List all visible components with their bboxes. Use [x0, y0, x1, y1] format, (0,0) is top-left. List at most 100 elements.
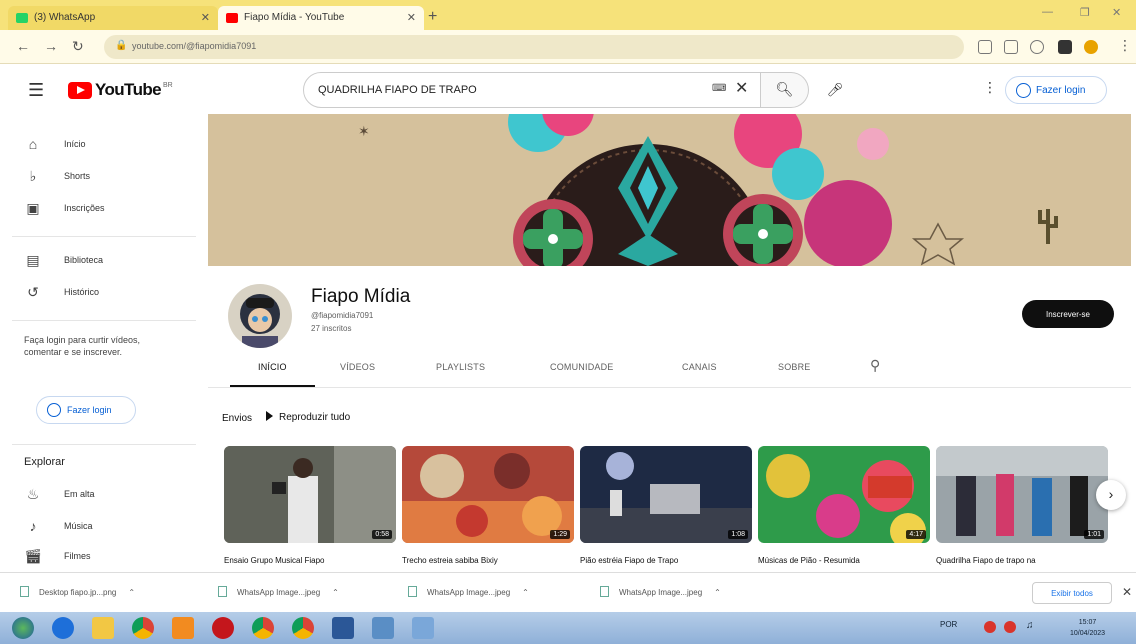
- download-item[interactable]: WhatsApp Image...jpeg ⌃: [600, 586, 721, 597]
- browser-tab-youtube[interactable]: Fiapo Mídia - YouTube ✕: [218, 6, 424, 30]
- sign-in-button[interactable]: Fazer login: [1005, 76, 1107, 104]
- shelf-next-button[interactable]: ›: [1096, 480, 1126, 510]
- sidebar-item-home[interactable]: ⌂ Início: [24, 128, 194, 160]
- sidepanel-icon[interactable]: [1058, 40, 1072, 54]
- channel-search-icon[interactable]: ⚲: [870, 357, 880, 374]
- downloads-bar: Desktop fiapo.jp...png ⌃ WhatsApp Image..…: [0, 572, 1136, 612]
- browser-menu-icon[interactable]: ⋮: [1118, 37, 1132, 54]
- new-tab-button[interactable]: +: [428, 8, 437, 26]
- minimize-icon[interactable]: —: [1042, 6, 1053, 18]
- maximize-icon[interactable]: ❐: [1080, 6, 1090, 19]
- more-options-icon[interactable]: ⋮: [983, 79, 997, 96]
- thumbnail-image: [936, 446, 1108, 543]
- language-indicator[interactable]: POR: [940, 620, 957, 629]
- video-thumbnail[interactable]: 1:29: [402, 446, 574, 543]
- video-thumbnail[interactable]: 4:17: [758, 446, 930, 543]
- forward-icon[interactable]: →: [44, 38, 58, 54]
- hamburger-menu-icon[interactable]: ☰: [28, 80, 44, 101]
- trending-icon: ♨: [26, 485, 40, 502]
- sidebar-item-movies[interactable]: 🎬︎ Filmes: [24, 542, 194, 570]
- sidebar-item-music[interactable]: ♪ Música: [24, 510, 194, 542]
- chrome-icon[interactable]: [252, 617, 274, 639]
- chevron-up-icon[interactable]: ⌃: [128, 588, 135, 597]
- sidebar-sign-in-button[interactable]: Fazer login: [36, 396, 136, 424]
- folder-icon[interactable]: [92, 617, 114, 639]
- video-thumbnail[interactable]: 1:08: [580, 446, 752, 543]
- video-title[interactable]: Quadrilha Fiapo de trapo na: [936, 556, 1108, 565]
- chevron-up-icon[interactable]: ⌃: [522, 588, 529, 597]
- sidebar-item-label: Música: [64, 521, 93, 531]
- svg-text:✶: ✶: [358, 124, 370, 140]
- sidebar-item-label: Histórico: [64, 287, 100, 297]
- channel-handle: @fiapomidia7091: [311, 311, 374, 320]
- close-tab-icon[interactable]: ✕: [201, 11, 210, 24]
- sign-in-label: Fazer login: [1036, 85, 1086, 96]
- taskbar-clock[interactable]: 15:07 10/04/2023: [1070, 617, 1105, 639]
- browser-tab-whatsapp[interactable]: (3) WhatsApp ✕: [8, 6, 218, 30]
- sidebar-item-label: Início: [64, 139, 86, 149]
- tab-playlists[interactable]: PLAYLISTS: [436, 362, 485, 372]
- shelf-title[interactable]: Envios: [222, 413, 252, 424]
- close-window-icon[interactable]: ✕: [1112, 6, 1121, 19]
- chevron-up-icon[interactable]: ⌃: [714, 588, 721, 597]
- tab-channels[interactable]: CANAIS: [682, 362, 717, 372]
- sidebar-item-shorts[interactable]: ♭ Shorts: [24, 160, 194, 192]
- video-title[interactable]: Pião estréia Fiapo de Trapo: [580, 556, 752, 565]
- bookmark-star-icon[interactable]: [1030, 40, 1044, 54]
- sidebar-item-history[interactable]: ↺ Histórico: [24, 276, 194, 308]
- channel-name: Fiapo Mídia: [311, 286, 411, 307]
- sidebar-item-library[interactable]: ▤ Biblioteca: [24, 244, 194, 276]
- opera-icon[interactable]: [212, 617, 234, 639]
- chrome-icon[interactable]: [292, 617, 314, 639]
- show-all-downloads-button[interactable]: Exibir todos: [1032, 582, 1112, 604]
- download-item[interactable]: WhatsApp Image...jpeg ⌃: [408, 586, 529, 597]
- channel-avatar[interactable]: [228, 284, 292, 348]
- sidebar-item-subscriptions[interactable]: ▣ Inscrições: [24, 192, 194, 224]
- edge-icon[interactable]: [52, 617, 74, 639]
- paint-icon[interactable]: [412, 617, 434, 639]
- close-downloads-icon[interactable]: ✕: [1122, 585, 1132, 599]
- video-title[interactable]: Músicas de Pião - Resumida: [758, 556, 930, 565]
- video-thumbnail[interactable]: 0:58: [224, 446, 396, 543]
- download-item[interactable]: WhatsApp Image...jpeg ⌃: [218, 586, 339, 597]
- tray-app-icon[interactable]: [984, 621, 996, 633]
- tray-app-icon[interactable]: [1004, 621, 1016, 633]
- play-all-button[interactable]: Reproduzir tudo: [266, 411, 350, 423]
- thumbnail-image: [758, 446, 930, 543]
- keyboard-icon[interactable]: ⌨: [712, 83, 726, 94]
- voice-search-button[interactable]: 🎤︎: [820, 75, 850, 105]
- video-thumbnail[interactable]: 1:01: [936, 446, 1108, 543]
- share-icon[interactable]: [978, 40, 992, 54]
- close-tab-icon[interactable]: ✕: [407, 11, 416, 24]
- profile-avatar-icon[interactable]: [1084, 40, 1098, 54]
- video-title[interactable]: Trecho estreia sabiba Bixiy: [402, 556, 574, 565]
- music-icon: ♪: [29, 518, 37, 534]
- lock-icon: 🔒: [115, 40, 128, 51]
- tab-community[interactable]: COMUNIDADE: [550, 362, 614, 372]
- download-item[interactable]: Desktop fiapo.jp...png ⌃: [20, 586, 135, 597]
- tab-videos[interactable]: VÍDEOS: [340, 362, 375, 372]
- address-bar[interactable]: 🔒 youtube.com/@fiapomidia7091: [104, 35, 964, 59]
- tab-about[interactable]: SOBRE: [778, 362, 811, 372]
- history-icon: ↺: [27, 283, 39, 300]
- youtube-favicon-icon: [226, 13, 238, 23]
- word-icon[interactable]: [332, 617, 354, 639]
- volume-icon[interactable]: ♫: [1026, 620, 1034, 631]
- start-button-icon[interactable]: [12, 617, 34, 639]
- tab-home[interactable]: INÍCIO: [258, 362, 287, 372]
- video-title[interactable]: Ensaio Grupo Musical Fiapo: [224, 556, 396, 565]
- back-icon[interactable]: ←: [16, 38, 30, 54]
- chrome-icon[interactable]: [132, 617, 154, 639]
- reload-icon[interactable]: ↻: [72, 38, 84, 55]
- clear-search-icon[interactable]: ✕: [735, 78, 748, 98]
- chevron-up-icon[interactable]: ⌃: [332, 588, 339, 597]
- sidebar-item-trending[interactable]: ♨ Em alta: [24, 478, 194, 510]
- photos-icon[interactable]: [372, 617, 394, 639]
- vlc-icon[interactable]: [172, 617, 194, 639]
- search-input[interactable]: QUADRILHA FIAPO DE TRAPO: [303, 72, 761, 108]
- extension-icon[interactable]: [1004, 40, 1018, 54]
- subscribe-button[interactable]: Inscrever-se: [1022, 300, 1114, 328]
- search-button[interactable]: 🔍︎: [761, 72, 809, 108]
- video-duration: 4:17: [906, 530, 926, 539]
- youtube-logo[interactable]: YouTube BR: [68, 80, 173, 100]
